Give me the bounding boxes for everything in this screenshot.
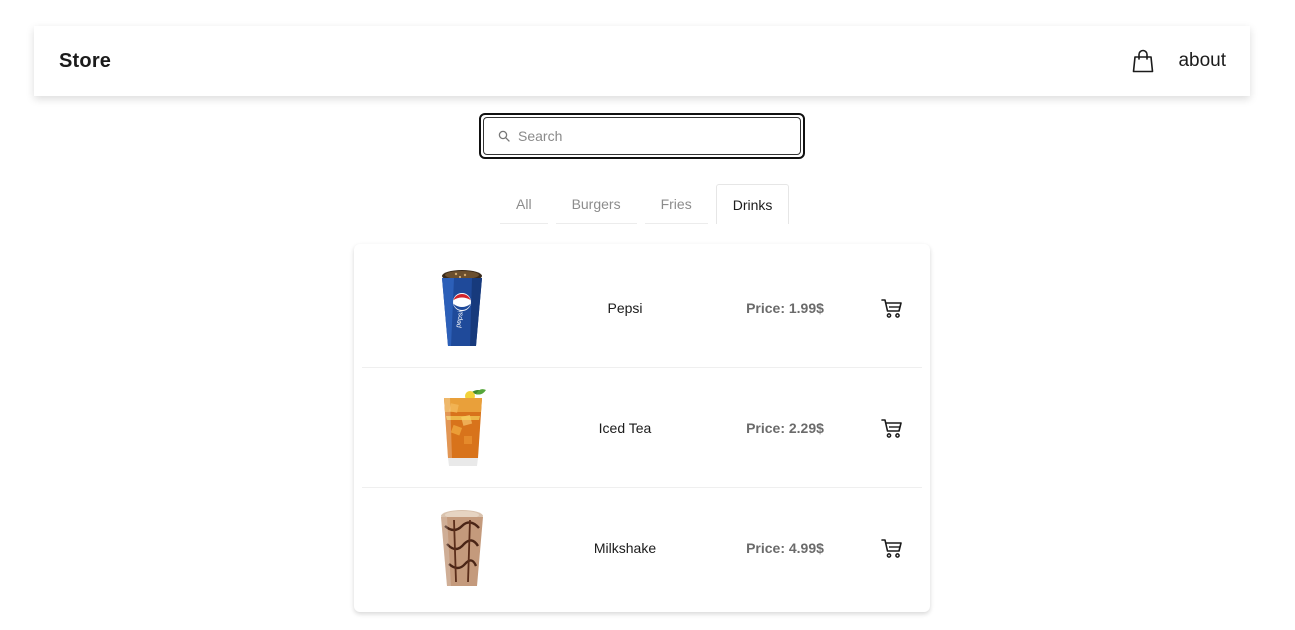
search-icon [498,130,518,142]
product-name: Pepsi [607,299,643,316]
about-link[interactable]: about [1178,50,1226,72]
product-row-pepsi: pepsi Pepsi Price: 1.99$ [362,248,922,368]
cart-icon[interactable] [880,416,904,440]
tab-fries[interactable]: Fries [644,184,708,224]
category-tabs: All Burgers Fries Drinks [500,184,790,224]
brand-logo[interactable]: Store [59,50,111,73]
nav-right: about [1132,49,1226,73]
product-name: Milkshake [593,540,657,556]
shopping-bag-icon[interactable] [1132,49,1154,73]
cart-icon[interactable] [880,296,904,320]
product-row-milkshake: Milkshake Price: 4.99$ [362,488,922,608]
milkshake-cup-image [432,506,492,590]
search-box[interactable] [479,113,805,159]
product-name: Iced Tea [598,419,652,436]
iced-tea-glass-image [432,386,492,470]
product-list: pepsi Pepsi Price: 1.99$ Iced Tea Price:… [354,244,930,612]
product-price: Price: 1.99$ [746,299,824,316]
search-field[interactable] [483,117,801,155]
product-row-iced-tea: Iced Tea Price: 2.29$ [362,368,922,488]
product-price: Price: 2.29$ [746,419,824,436]
pepsi-cup-image: pepsi [432,266,492,350]
search-input[interactable] [518,128,778,144]
tab-drinks[interactable]: Drinks [715,184,790,224]
cart-icon[interactable] [880,536,904,560]
navbar: Store about [34,26,1250,96]
product-price: Price: 4.99$ [746,540,824,556]
tab-burgers[interactable]: Burgers [555,184,637,224]
tab-all[interactable]: All [500,184,548,224]
